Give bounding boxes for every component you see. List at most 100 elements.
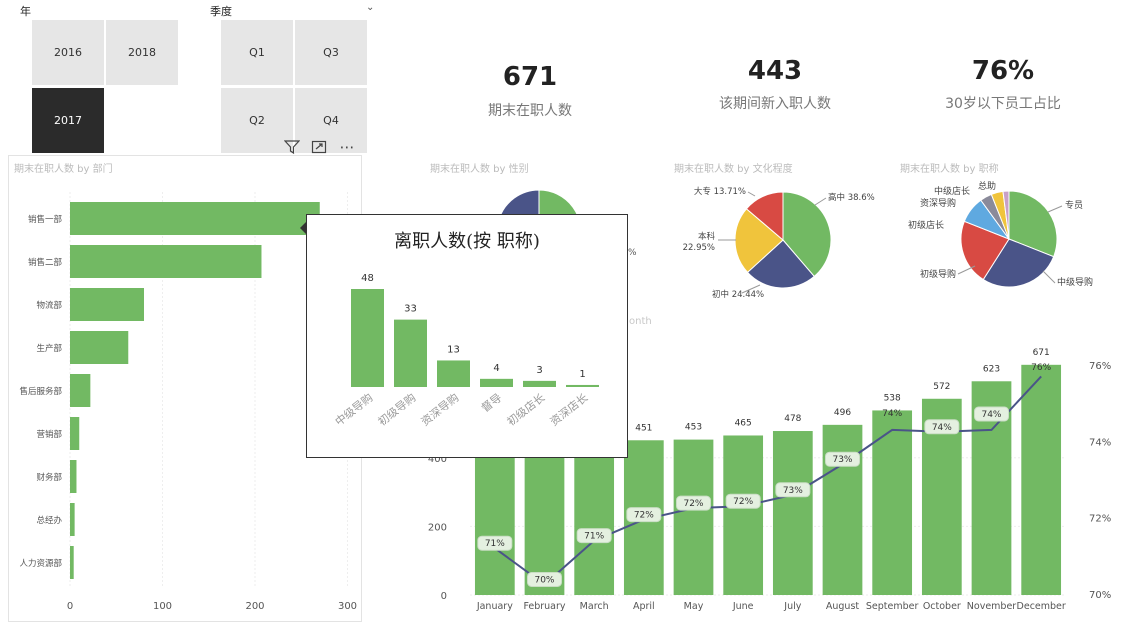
gender-pie-label-partial: % [628,248,637,258]
dept-category-label: 财务部 [36,472,62,483]
job-pie-data-label: 专员 [1065,199,1083,211]
dept-category-label: 销售一部 [28,214,63,225]
tooltip-bar [480,378,513,387]
tooltip-x-tick-label: 中级导购 [332,390,375,428]
ratio-data-label: 72% [634,511,654,521]
month-bar-value-label: 671 [1033,348,1050,358]
job-chart-title: 期末在职人数 by 职称 [900,164,999,175]
dept-bar [70,417,80,450]
month-bar [673,439,714,595]
tooltip-x-tick-label: 资深导购 [418,390,461,428]
tooltip-bar [566,384,599,387]
month-x-tick-label: December [1017,601,1066,612]
dept-bar [70,331,129,364]
tooltip-bar-chart: 48 中级导购 33 初级导购 13 资深导购 4 督导 3 初级店长 1 资深店长 [332,273,599,428]
month-bar [872,410,913,595]
month-y2-tick-label: 76% [1089,361,1111,372]
dept-x-tick-label: 0 [67,601,73,612]
tooltip-bar-value-label: 3 [536,365,542,376]
dept-x-tick-label: 300 [338,601,357,612]
ratio-data-label: 71% [485,539,505,549]
ratio-data-label: 76% [1031,363,1051,373]
month-y2-tick-label: 74% [1089,437,1111,448]
job-pie-leader-line [1047,205,1063,213]
job-pie-data-label: 总助 [978,180,996,192]
month-bar [574,447,615,595]
ratio-data-label: 73% [783,486,803,496]
ratio-data-label: 70% [534,575,554,585]
month-y2-tick-label: 70% [1089,590,1111,601]
monthly-chart-title-partial: onth [629,316,652,327]
dept-category-label: 生产部 [36,343,62,354]
month-x-tick-label: September [866,601,919,612]
dept-bar [70,288,144,321]
edu-pie-data-label: 初中 24.44% [712,289,764,300]
month-x-tick-label: October [923,601,961,612]
dept-category-label: 营销部 [36,429,62,440]
month-bar [822,424,863,595]
ratio-data-label: 73% [832,455,852,465]
month-bar-value-label: 478 [784,414,801,424]
tooltip-bar [351,289,384,387]
month-x-tick-label: March [580,601,609,612]
tooltip-bar-value-label: 48 [361,273,374,284]
dept-category-label: 售后服务部 [19,386,62,397]
month-x-tick-label: July [783,601,801,612]
dept-bar [70,202,320,235]
month-bar [1021,364,1062,595]
month-x-tick-label: November [967,601,1017,612]
job-pie-data-label: 中级店长 [934,185,970,197]
month-y2-tick-label: 72% [1089,514,1111,525]
job-pie-leader-line [1042,270,1056,284]
month-bar [474,456,515,595]
dept-x-tick-label: 200 [245,601,264,612]
month-x-tick-label: August [826,601,860,612]
edu-pie-data-label: 22.95% [683,243,715,253]
tooltip-x-tick-label: 资深店长 [547,390,590,428]
gender-chart-title: 期末在职人数 by 性别 [430,164,529,175]
tooltip-x-tick-label: 督导 [478,390,504,415]
tooltip-bar [523,380,556,387]
dept-category-label: 销售二部 [28,257,63,268]
job-pie-data-label: 初级店长 [908,219,944,231]
edu-chart-title: 期末在职人数 by 文化程度 [674,164,793,175]
tooltip-popup: 离职人数(按 职称) 48 中级导购 33 初级导购 13 资深导购 4 督导 3 初级店长 1 资深… [306,214,628,458]
month-x-tick-label: May [684,601,704,612]
dept-x-tick-label: 100 [153,601,172,612]
month-bar-value-label: 465 [735,418,752,428]
tooltip-bar-value-label: 4 [493,363,499,374]
month-bar-value-label: 453 [685,423,702,433]
job-pie-data-label: 初级导购 [920,268,956,280]
tooltip-bar-value-label: 1 [579,369,585,380]
month-bar-value-label: 451 [635,423,652,433]
tooltip-bar-value-label: 33 [404,304,417,315]
month-x-tick-label: April [633,601,655,612]
tooltip-x-tick-label: 初级店长 [504,390,547,428]
dept-category-label: 人力资源部 [19,558,62,569]
ratio-data-label: 74% [981,410,1001,420]
dept-bar [70,374,91,407]
dept-bar [70,546,74,579]
edu-pie-data-label: 高中 38.6% [828,192,875,203]
edu-pie-data-label: 大专 13.71% [694,186,746,197]
month-bar-value-label: 538 [884,393,901,403]
ratio-data-label: 72% [683,499,703,509]
month-bar [772,431,813,595]
job-pie-data-label: 中级导购 [1057,276,1093,288]
education-pie-chart: 高中 38.6% 初中 24.44% 本科22.95% 大专 13.71% [683,186,875,300]
month-bar [723,435,764,595]
ratio-data-label: 71% [584,532,604,542]
dept-bar [70,460,77,493]
dept-category-label: 总经办 [36,515,62,526]
month-y-tick-label: 0 [441,591,447,602]
tooltip-bar [437,360,470,387]
ratio-data-label: 74% [932,423,952,433]
month-bar-value-label: 496 [834,408,851,418]
edu-pie-leader-line [814,197,827,206]
ratio-data-label: 72% [733,497,753,507]
month-x-tick-label: June [732,601,754,612]
tooltip-bar-value-label: 13 [447,344,460,355]
job-pie-data-label: 资深导购 [920,197,956,209]
tooltip-x-tick-label: 初级导购 [375,390,418,428]
job-title-pie-chart: 专员中级导购 初级导购 初级店长 资深导购中级店长 总助 [908,180,1093,288]
